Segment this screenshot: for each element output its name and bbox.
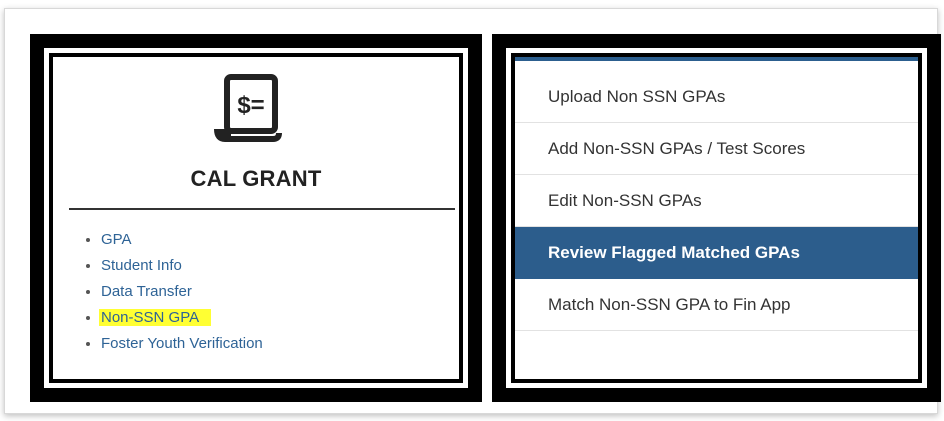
cal-grant-card: $= CAL GRANT GPA Student Info Data Trans… bbox=[53, 57, 459, 379]
cal-grant-title: CAL GRANT bbox=[190, 166, 322, 191]
non-ssn-menu: Upload Non SSN GPAs Add Non-SSN GPAs / T… bbox=[515, 71, 918, 331]
menu-top-bar bbox=[515, 57, 918, 61]
menu-item-review-flagged-matched-gpas[interactable]: Review Flagged Matched GPAs bbox=[515, 227, 918, 279]
list-item: Data Transfer bbox=[101, 279, 263, 305]
menu-item-add-non-ssn-gpas-test-scores[interactable]: Add Non-SSN GPAs / Test Scores bbox=[515, 123, 918, 175]
receipt-dollar-icon: $= bbox=[214, 74, 282, 142]
list-item: Student Info bbox=[101, 253, 263, 279]
link-gpa[interactable]: GPA bbox=[101, 231, 132, 248]
link-foster-youth-verification[interactable]: Foster Youth Verification bbox=[101, 335, 263, 352]
list-item: GPA bbox=[101, 227, 263, 253]
non-ssn-menu-card: Upload Non SSN GPAs Add Non-SSN GPAs / T… bbox=[515, 57, 918, 379]
link-non-ssn-gpa[interactable]: Non-SSN GPA bbox=[99, 309, 212, 326]
list-item: Non-SSN GPA bbox=[99, 305, 263, 331]
cal-grant-links: GPA Student Info Data Transfer Non-SSN G… bbox=[87, 227, 263, 357]
link-data-transfer[interactable]: Data Transfer bbox=[101, 283, 192, 300]
menu-item-upload-non-ssn-gpas[interactable]: Upload Non SSN GPAs bbox=[515, 71, 918, 123]
list-item: Foster Youth Verification bbox=[101, 331, 263, 357]
link-student-info[interactable]: Student Info bbox=[101, 257, 182, 274]
menu-item-match-non-ssn-gpa-to-fin-app[interactable]: Match Non-SSN GPA to Fin App bbox=[515, 279, 918, 331]
divider bbox=[69, 208, 455, 210]
menu-item-edit-non-ssn-gpas[interactable]: Edit Non-SSN GPAs bbox=[515, 175, 918, 227]
non-ssn-menu-panel: Upload Non SSN GPAs Add Non-SSN GPAs / T… bbox=[492, 34, 941, 402]
svg-text:$=: $= bbox=[237, 92, 264, 119]
cal-grant-panel: $= CAL GRANT GPA Student Info Data Trans… bbox=[30, 34, 482, 402]
